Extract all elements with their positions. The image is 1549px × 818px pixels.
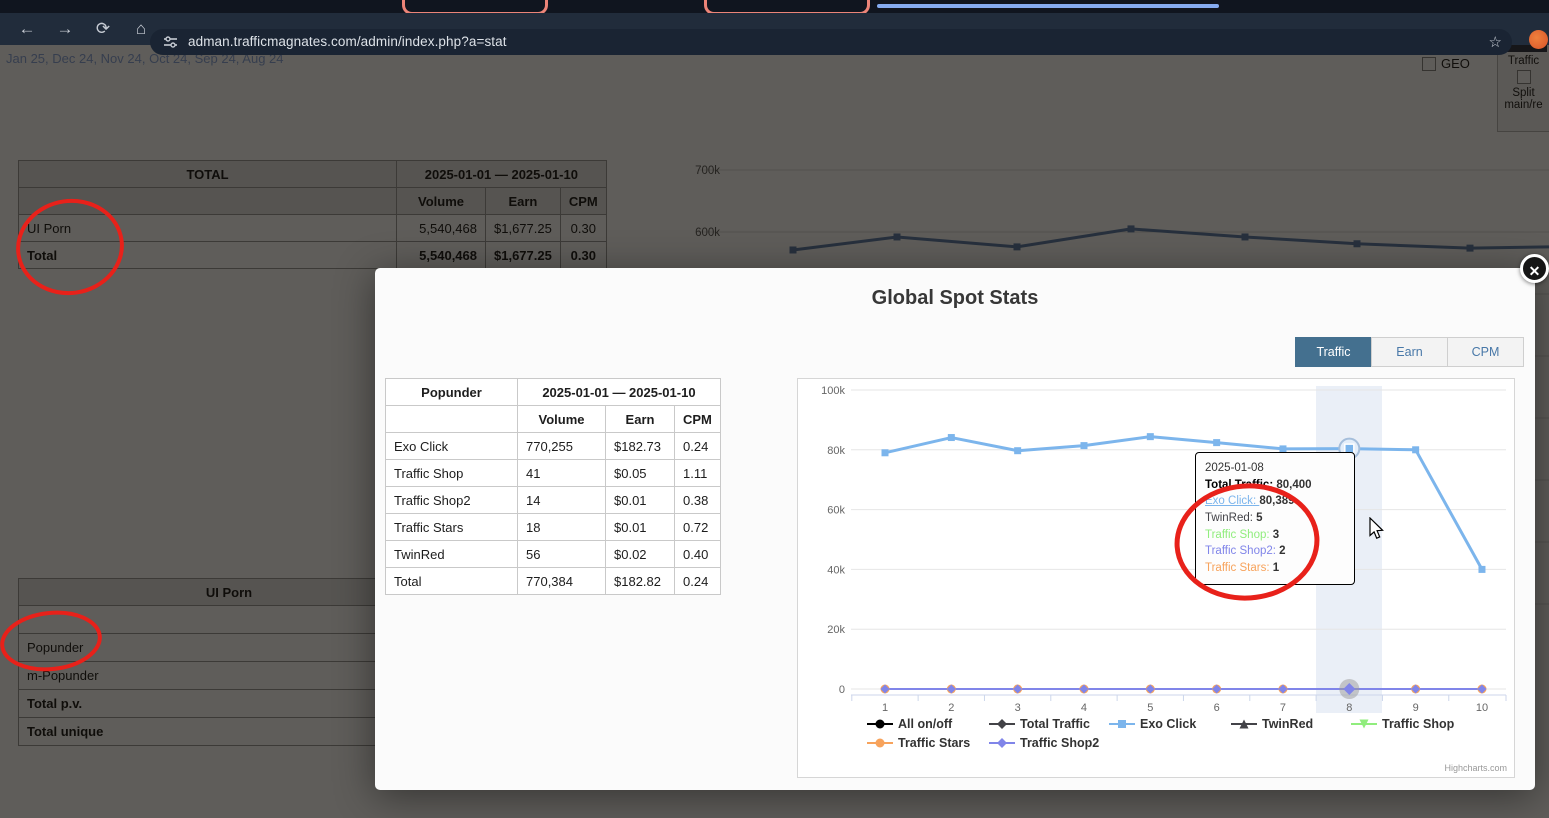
legend-item-all-on-off[interactable]: All on/off	[867, 717, 952, 731]
table-total-row: Total 770,384 $182.82 0.24	[385, 567, 721, 595]
col-volume: Volume	[517, 405, 606, 433]
svg-text:0: 0	[839, 684, 845, 696]
col-earn: Earn	[605, 405, 675, 433]
svg-text:4: 4	[1081, 702, 1087, 714]
svg-text:100k: 100k	[821, 385, 845, 397]
svg-text:2: 2	[948, 702, 954, 714]
table-row: Traffic Stars 18 $0.01 0.72	[385, 513, 721, 541]
tab-traffic[interactable]: Traffic	[1295, 337, 1372, 367]
svg-text:7: 7	[1280, 702, 1286, 714]
popunder-table-title: Popunder	[385, 378, 518, 406]
browser-toolbar: ← → ⟳ ⌂ adman.trafficmagnates.com/admin/…	[0, 13, 1549, 55]
svg-text:1: 1	[882, 702, 888, 714]
legend-item-twinred[interactable]: TwinRed	[1231, 717, 1313, 731]
highcharts-credit[interactable]: Highcharts.com	[1444, 763, 1507, 773]
svg-text:60k: 60k	[827, 505, 845, 517]
chart-tooltip: 2025-01-08 Total Traffic80,400 Exo Click…	[1195, 452, 1355, 585]
spot-stats-chart[interactable]: 0 20k 40k 60k 80k 100k 1 2 3 4 5 6 7 8 9 10 All on/off T…	[797, 378, 1515, 778]
tooltip-date: 2025-01-08	[1205, 462, 1264, 474]
browser-tab-strip	[0, 0, 1549, 15]
global-spot-stats-modal: ✕ Global Spot Stats Traffic Earn CPM Pop…	[375, 254, 1549, 790]
legend-item-traffic-shop2[interactable]: Traffic Shop2	[989, 736, 1099, 750]
svg-text:5: 5	[1147, 702, 1153, 714]
legend-item-total-traffic[interactable]: Total Traffic	[989, 717, 1090, 731]
svg-text:20k: 20k	[827, 624, 845, 636]
active-tab-underline	[877, 4, 1219, 8]
page-viewport: Jan 25, Dec 24, Nov 24, Oct 24, Sep 24, …	[0, 45, 1549, 818]
svg-text:10: 10	[1476, 702, 1488, 714]
svg-text:80k: 80k	[827, 445, 845, 457]
address-bar[interactable]: adman.trafficmagnates.com/admin/index.ph…	[150, 29, 1512, 55]
col-cpm: CPM	[674, 405, 721, 433]
popunder-table-daterange: 2025-01-01 — 2025-01-10	[517, 378, 721, 406]
svg-text:9: 9	[1413, 702, 1419, 714]
tab-earn[interactable]: Earn	[1371, 337, 1448, 367]
legend-item-exo-click[interactable]: Exo Click	[1109, 717, 1196, 731]
legend-item-traffic-stars[interactable]: Traffic Stars	[867, 736, 970, 750]
reload-icon[interactable]: ⟳	[90, 16, 116, 42]
table-row: Exo Click 770,255 $182.73 0.24	[385, 432, 721, 460]
svg-text:6: 6	[1214, 702, 1220, 714]
forward-icon[interactable]: →	[52, 16, 78, 42]
site-settings-icon[interactable]	[163, 35, 178, 49]
popunder-stats-table: Popunder 2025-01-01 — 2025-01-10 Volume …	[385, 378, 721, 595]
legend-item-traffic-shop[interactable]: Traffic Shop	[1351, 717, 1454, 731]
profile-avatar[interactable]	[1529, 30, 1548, 49]
close-icon[interactable]: ✕	[1520, 254, 1549, 283]
bookmark-star-icon[interactable]: ☆	[1489, 33, 1502, 51]
table-row: TwinRed 56 $0.02 0.40	[385, 540, 721, 568]
back-icon[interactable]: ←	[14, 16, 40, 42]
url-text[interactable]: adman.trafficmagnates.com/admin/index.ph…	[188, 34, 507, 49]
svg-text:40k: 40k	[827, 564, 845, 576]
table-row: Traffic Shop2 14 $0.01 0.38	[385, 486, 721, 514]
svg-text:3: 3	[1015, 702, 1021, 714]
svg-text:8: 8	[1346, 702, 1352, 714]
modal-title: Global Spot Stats	[871, 287, 1039, 309]
metric-tabs: Traffic Earn CPM	[1295, 337, 1524, 367]
screen: ← → ⟳ ⌂ adman.trafficmagnates.com/admin/…	[0, 0, 1549, 818]
table-row: Traffic Shop 41 $0.05 1.11	[385, 459, 721, 487]
tab-cpm[interactable]: CPM	[1447, 337, 1524, 367]
